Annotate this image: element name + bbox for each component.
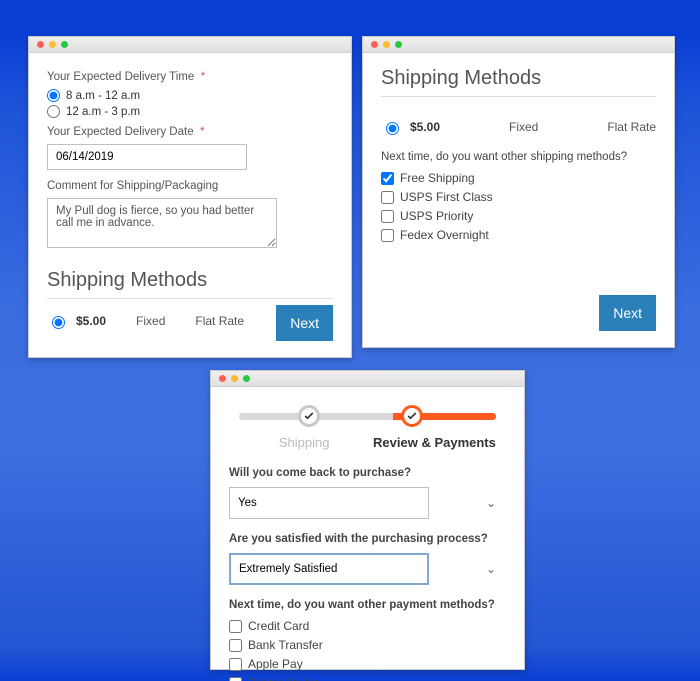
minimize-icon[interactable] bbox=[383, 41, 390, 48]
close-icon[interactable] bbox=[371, 41, 378, 48]
step-shipping-label: Shipping bbox=[279, 435, 330, 450]
window-shipping-methods: Shipping Methods $5.00 Fixed Flat Rate N… bbox=[362, 36, 675, 348]
checkbox-label: Apple Pay bbox=[248, 657, 303, 671]
comment-label: Comment for Shipping/Packaging bbox=[47, 180, 333, 192]
window-shipping-form: Your Expected Delivery Time * 8 a.m - 12… bbox=[28, 36, 352, 358]
rate-method: Fixed bbox=[136, 314, 165, 328]
minimize-icon[interactable] bbox=[231, 375, 238, 382]
stepper-track bbox=[239, 413, 496, 420]
check-icon bbox=[406, 410, 418, 422]
checkbox-label: Free Shipping bbox=[400, 171, 475, 185]
shipping-option-fedex[interactable]: Fedex Overnight bbox=[381, 228, 656, 242]
satisfied-select-wrap: Extremely Satisfied ⌄ bbox=[229, 553, 506, 585]
window-content: Shipping Methods $5.00 Fixed Flat Rate N… bbox=[363, 53, 674, 265]
checkbox-input[interactable] bbox=[229, 658, 242, 671]
radio-input[interactable] bbox=[47, 89, 60, 102]
satisfied-select[interactable]: Extremely Satisfied bbox=[229, 553, 429, 585]
rate-radio[interactable] bbox=[386, 122, 399, 135]
rate-price: $5.00 bbox=[410, 120, 440, 134]
checkbox-input[interactable] bbox=[229, 677, 242, 681]
window-content: Your Expected Delivery Time * 8 a.m - 12… bbox=[29, 53, 351, 347]
chevron-down-icon: ⌄ bbox=[486, 496, 496, 510]
satisfied-question-label: Are you satisfied with the purchasing pr… bbox=[229, 533, 506, 545]
checkbox-label: Bank Transfer bbox=[248, 638, 323, 652]
checkbox-input[interactable] bbox=[229, 639, 242, 652]
window-review-payments: Shipping Review & Payments Will you come… bbox=[210, 370, 525, 670]
checkbox-input[interactable] bbox=[381, 191, 394, 204]
checkbox-input[interactable] bbox=[381, 229, 394, 242]
rate-method: Fixed bbox=[509, 120, 538, 134]
checkbox-input[interactable] bbox=[381, 210, 394, 223]
window-content: Shipping Review & Payments Will you come… bbox=[211, 387, 524, 681]
window-titlebar bbox=[363, 37, 674, 53]
other-shipping-question: Next time, do you want other shipping me… bbox=[381, 151, 656, 163]
payment-option-apple[interactable]: Apple Pay bbox=[229, 657, 506, 671]
delivery-time-option-1[interactable]: 12 a.m - 3 p.m bbox=[47, 105, 333, 118]
checkbox-label: USPS Priority bbox=[400, 209, 473, 223]
return-question-label: Will you come back to purchase? bbox=[229, 467, 506, 479]
shipping-methods-heading: Shipping Methods bbox=[381, 67, 656, 97]
shipping-methods-heading: Shipping Methods bbox=[47, 269, 333, 299]
delivery-time-option-0[interactable]: 8 a.m - 12 a.m bbox=[47, 89, 333, 102]
window-titlebar bbox=[29, 37, 351, 53]
chevron-down-icon: ⌄ bbox=[486, 562, 496, 576]
checkbox-label: Credit Card bbox=[248, 619, 309, 633]
rate-carrier: Flat Rate bbox=[607, 120, 656, 134]
minimize-icon[interactable] bbox=[49, 41, 56, 48]
shipping-rate-row[interactable]: $5.00 Fixed Flat Rate bbox=[381, 119, 656, 135]
window-titlebar bbox=[211, 371, 524, 387]
checkbox-input[interactable] bbox=[229, 620, 242, 633]
next-button[interactable]: Next bbox=[276, 305, 333, 341]
progress-stepper: Shipping Review & Payments bbox=[229, 401, 506, 457]
payment-option-credit[interactable]: Credit Card bbox=[229, 619, 506, 633]
rate-price: $5.00 bbox=[76, 314, 106, 328]
step-shipping-node[interactable] bbox=[298, 405, 320, 427]
check-icon bbox=[303, 410, 315, 422]
close-icon[interactable] bbox=[37, 41, 44, 48]
next-button[interactable]: Next bbox=[599, 295, 656, 331]
return-select[interactable]: Yes bbox=[229, 487, 429, 519]
radio-input[interactable] bbox=[47, 105, 60, 118]
radio-label: 12 a.m - 3 p.m bbox=[66, 106, 140, 118]
shipping-option-free[interactable]: Free Shipping bbox=[381, 171, 656, 185]
checkbox-label: USPS First Class bbox=[400, 190, 493, 204]
step-review-label: Review & Payments bbox=[373, 435, 496, 450]
shipping-option-usps-priority[interactable]: USPS Priority bbox=[381, 209, 656, 223]
comment-textarea[interactable]: My Pull dog is fierce, so you had better… bbox=[47, 198, 277, 248]
close-icon[interactable] bbox=[219, 375, 226, 382]
delivery-time-label: Your Expected Delivery Time * bbox=[47, 71, 333, 83]
maximize-icon[interactable] bbox=[395, 41, 402, 48]
rate-carrier: Flat Rate bbox=[195, 314, 244, 328]
maximize-icon[interactable] bbox=[61, 41, 68, 48]
checkbox-input[interactable] bbox=[381, 172, 394, 185]
payment-question-label: Next time, do you want other payment met… bbox=[229, 599, 506, 611]
checkbox-label: Fedex Overnight bbox=[400, 228, 489, 242]
shipping-option-usps-first[interactable]: USPS First Class bbox=[381, 190, 656, 204]
delivery-date-label: Your Expected Delivery Date * bbox=[47, 126, 333, 138]
rate-radio[interactable] bbox=[52, 316, 65, 329]
payment-option-bank[interactable]: Bank Transfer bbox=[229, 638, 506, 652]
payment-option-digital[interactable]: Digital Wallet bbox=[229, 676, 506, 681]
return-select-wrap: Yes ⌄ bbox=[229, 487, 506, 519]
checkbox-label: Digital Wallet bbox=[248, 676, 318, 681]
maximize-icon[interactable] bbox=[243, 375, 250, 382]
radio-label: 8 a.m - 12 a.m bbox=[66, 90, 140, 102]
step-review-node[interactable] bbox=[401, 405, 423, 427]
delivery-date-input[interactable] bbox=[47, 144, 247, 170]
